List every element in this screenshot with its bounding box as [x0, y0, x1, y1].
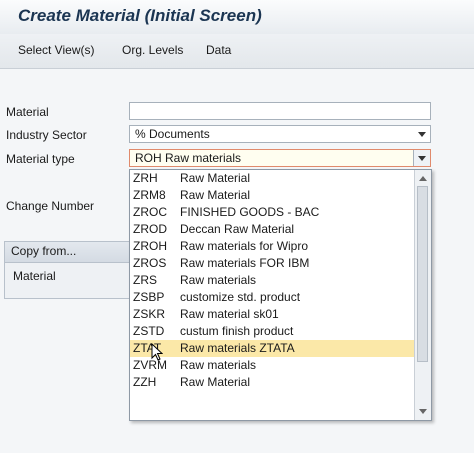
list-item[interactable]: ZROH Raw materials for Wipro	[130, 238, 416, 255]
scroll-up-button[interactable]	[415, 171, 430, 185]
industry-sector-label: Industry Sector	[6, 128, 87, 142]
material-input[interactable]	[129, 102, 431, 120]
material-type-value: ROH Raw materials	[135, 151, 242, 165]
industry-sector-value: % Documents	[135, 127, 210, 141]
list-item[interactable]: ZSKR Raw material sk01	[130, 306, 416, 323]
list-item[interactable]: ZVRM Raw materials	[130, 357, 416, 374]
initial-screen-form: Material Industry Sector % Documents Mat…	[0, 69, 474, 453]
material-type-dropdown-button[interactable]	[413, 150, 430, 166]
list-item[interactable]: ZRM8 Raw Material	[130, 187, 416, 204]
scrollbar-thumb[interactable]	[417, 186, 428, 362]
list-item[interactable]: ZROC FINISHED GOODS - BAC	[130, 204, 416, 221]
material-type-label: Material type	[6, 152, 75, 166]
menu-select-views[interactable]: Select View(s)	[18, 43, 94, 57]
dropdown-scrollbar[interactable]	[414, 170, 431, 420]
list-item[interactable]: ZROD Deccan Raw Material	[130, 221, 416, 238]
list-item[interactable]: ZROS Raw materials FOR IBM	[130, 255, 416, 272]
chevron-down-icon	[418, 131, 426, 137]
list-item[interactable]: ZRS Raw materials	[130, 272, 416, 289]
menu-org-levels[interactable]: Org. Levels	[122, 43, 183, 57]
chevron-down-icon	[418, 408, 427, 414]
change-number-label: Change Number	[6, 199, 95, 213]
list-item[interactable]: ZSBP customize std. product	[130, 289, 416, 306]
title-bar: Create Material (Initial Screen)	[0, 0, 474, 34]
material-label: Material	[6, 105, 49, 119]
list-item[interactable]: ZSTD custum finish product	[130, 323, 416, 340]
chevron-down-icon	[418, 155, 426, 161]
menu-data[interactable]: Data	[206, 43, 231, 57]
list-item-selected[interactable]: ZTAT Raw materials ZTATA	[130, 340, 416, 357]
mouse-pointer-icon	[151, 343, 163, 361]
dropdown-items: ZRH Raw Material ZRM8 Raw Material ZROC FIN…	[130, 170, 416, 391]
material-type-select[interactable]: ROH Raw materials	[129, 149, 431, 167]
copy-from-material-label: Material	[13, 269, 56, 283]
chevron-up-icon	[418, 175, 427, 181]
scroll-down-button[interactable]	[415, 404, 430, 418]
industry-sector-select[interactable]: % Documents	[129, 125, 431, 143]
menu-bar: Select View(s) Org. Levels Data	[0, 34, 474, 69]
material-type-dropdown-list[interactable]: ZRH Raw Material ZRM8 Raw Material ZROC FIN…	[129, 169, 432, 421]
list-item[interactable]: ZRH Raw Material	[130, 170, 416, 187]
list-item[interactable]: ZZH Raw Material	[130, 374, 416, 391]
industry-sector-dropdown-button[interactable]	[414, 126, 430, 142]
page-title: Create Material (Initial Screen)	[18, 6, 262, 25]
